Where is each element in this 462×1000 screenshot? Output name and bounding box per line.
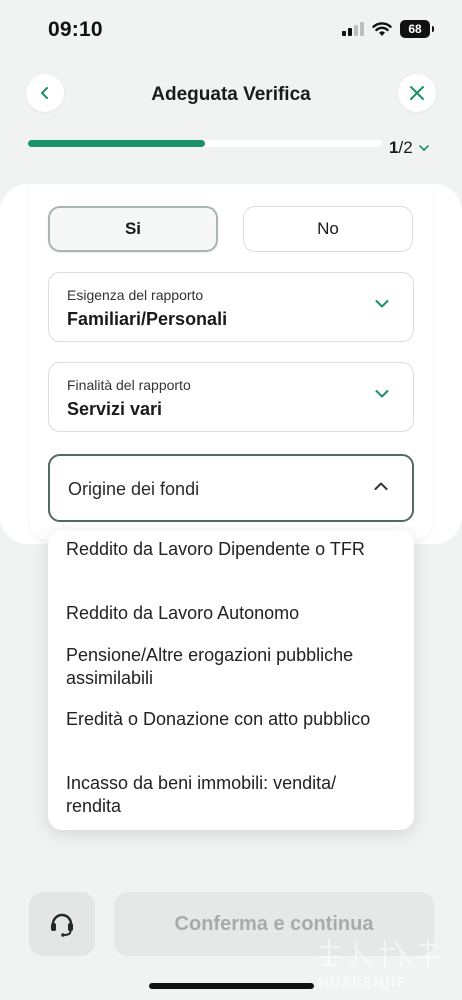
finalita-label: Finalità del rapporto [67,377,191,393]
watermark-logo: HUARENJIE [316,937,442,991]
step-total: /2 [398,138,413,157]
chevron-up-icon [374,482,388,490]
chevron-down-icon [375,300,389,308]
dropdown-option[interactable]: Reddito da Lavoro Autonomo [66,602,396,625]
finalita-value: Servizi vari [67,399,163,419]
dropdown-option[interactable]: Incasso da beni immobili: vendita/ rendi… [66,772,396,818]
battery-icon: 68 [400,20,434,38]
esigenza-label: Esigenza del rapporto [67,287,204,303]
esigenza-value: Familiari/Personali [67,309,228,329]
origine-select[interactable]: Origine dei fondi [48,454,414,522]
progress-bar [28,140,382,147]
page-title: Adeguata Verifica [151,84,311,105]
help-button[interactable] [29,892,95,956]
chevron-down-icon [375,390,389,398]
svg-text:HUARENJIE: HUARENJIE [318,976,406,991]
dropdown-option[interactable]: Eredità o Donazione con atto pubblico [66,708,396,731]
chevron-down-icon [418,145,429,152]
close-button[interactable] [398,74,436,112]
battery-level: 68 [408,22,422,36]
dropdown-option[interactable]: Reddito da Lavoro Dipendente o TFR [66,538,396,561]
status-bar: 09:10 68 [0,0,462,60]
status-time: 09:10 [48,18,103,41]
no-toggle-button[interactable]: No [243,206,413,252]
home-indicator [149,983,314,989]
progress-fill [28,140,205,147]
wifi-icon [372,21,392,36]
header: Adeguata Verifica [0,72,462,118]
origine-dropdown-list: Reddito da Lavoro Dipendente o TFR Reddi… [48,530,414,830]
status-icons: 68 [342,20,434,38]
yes-toggle-button[interactable]: Si [48,206,218,252]
step-indicator[interactable]: 1/2 [389,138,429,158]
origine-placeholder: Origine dei fondi [68,479,200,499]
signal-icon [342,22,364,36]
esigenza-select[interactable]: Esigenza del rapporto Familiari/Personal… [48,272,414,342]
dropdown-option[interactable]: Pensione/Altre erogazioni pubbliche assi… [66,644,396,690]
close-icon [410,86,424,100]
headset-icon [51,913,73,937]
finalita-select[interactable]: Finalità del rapporto Servizi vari [48,362,414,432]
